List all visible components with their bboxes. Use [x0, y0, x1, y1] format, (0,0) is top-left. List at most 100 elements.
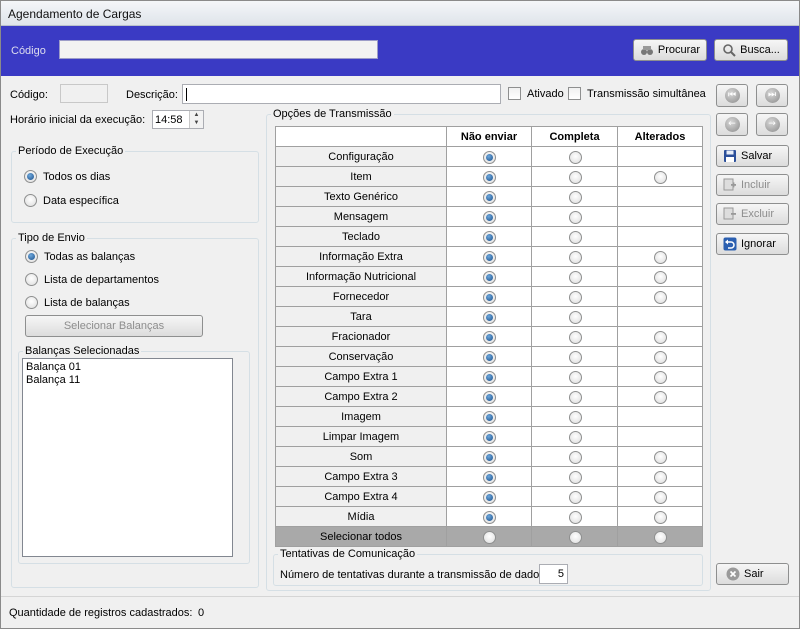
completa-radio[interactable]	[568, 430, 582, 444]
alterados-radio[interactable]	[654, 370, 667, 384]
row-label: Fornecedor	[275, 286, 447, 307]
transmissao-simultanea-checkbox[interactable]	[568, 87, 581, 100]
completa-radio[interactable]	[568, 510, 582, 524]
list-item[interactable]: Balança 01	[26, 361, 229, 374]
window: Agendamento de Cargas Código Procurar Bu…	[0, 0, 800, 629]
alterados-radio[interactable]	[654, 330, 667, 344]
nao-enviar-radio[interactable]	[483, 190, 496, 204]
cell-alterados	[617, 246, 703, 267]
selecionar-balancas-button[interactable]: Selecionar Balanças	[25, 315, 203, 337]
balancas-listbox[interactable]: Balança 01 Balança 11	[22, 358, 233, 557]
nao-enviar-radio[interactable]	[483, 350, 496, 364]
completa-radio[interactable]	[568, 410, 582, 424]
alterados-radio[interactable]	[654, 450, 667, 464]
cell-alterados	[617, 386, 703, 407]
completa-radio[interactable]	[568, 190, 582, 204]
cell-nao-enviar	[446, 346, 532, 367]
completa-radio[interactable]	[568, 230, 582, 244]
excluir-button[interactable]: Excluir	[716, 203, 789, 225]
completa-radio[interactable]	[568, 370, 582, 384]
spin-arrows-icon[interactable]: ▲ ▼	[189, 111, 203, 128]
nao-enviar-radio[interactable]	[483, 370, 496, 384]
cell-nao-enviar	[446, 166, 532, 187]
completa-radio[interactable]	[568, 350, 582, 364]
table-row: Texto Genérico	[275, 186, 703, 207]
alterados-radio[interactable]	[654, 470, 667, 484]
salvar-button[interactable]: Salvar	[716, 145, 789, 167]
cell-completa	[531, 206, 618, 227]
tentativas-field[interactable]: 5	[539, 564, 568, 584]
alterados-radio[interactable]	[654, 250, 667, 264]
codigo-field	[60, 84, 108, 103]
completa-radio[interactable]	[568, 290, 582, 304]
last-record-button[interactable]: ⏭	[756, 84, 788, 107]
completa-radio[interactable]	[568, 310, 582, 324]
completa-radio[interactable]	[568, 170, 582, 184]
lista-balancas-radio[interactable]	[25, 296, 38, 309]
todas-balancas-radio[interactable]	[25, 250, 38, 263]
descricao-field[interactable]	[182, 84, 501, 104]
nao-enviar-radio[interactable]	[483, 390, 496, 404]
previous-record-button[interactable]: ←	[716, 113, 748, 136]
select-all-nao-enviar-radio[interactable]	[483, 530, 496, 544]
next-record-button[interactable]: →	[756, 113, 788, 136]
completa-radio[interactable]	[568, 250, 582, 264]
cell-completa	[531, 366, 618, 387]
nao-enviar-radio[interactable]	[483, 450, 496, 464]
nao-enviar-radio[interactable]	[483, 510, 496, 524]
lista-departamentos-radio[interactable]	[25, 273, 38, 286]
list-item[interactable]: Balança 11	[26, 374, 229, 387]
cell-alterados	[617, 146, 703, 167]
sair-button[interactable]: Sair	[716, 563, 789, 585]
nao-enviar-radio[interactable]	[483, 230, 496, 244]
periodo-data-radio[interactable]	[24, 194, 37, 207]
table-row: Campo Extra 4	[275, 486, 703, 507]
alterados-radio[interactable]	[654, 510, 667, 524]
nao-enviar-radio[interactable]	[483, 430, 496, 444]
nao-enviar-radio[interactable]	[483, 270, 496, 284]
cell-completa	[531, 286, 618, 307]
completa-radio[interactable]	[568, 210, 582, 224]
periodo-todos-radio[interactable]	[24, 170, 37, 183]
cell-completa	[531, 446, 618, 467]
nao-enviar-radio[interactable]	[483, 490, 496, 504]
first-record-button[interactable]: ⏮	[716, 84, 748, 107]
search-input[interactable]	[59, 40, 378, 59]
completa-radio[interactable]	[568, 470, 582, 484]
ativado-checkbox[interactable]	[508, 87, 521, 100]
table-header-row: Não enviar Completa Alterados	[275, 126, 703, 147]
incluir-button[interactable]: Incluir	[716, 174, 789, 196]
select-all-row[interactable]: Selecionar todos	[275, 526, 703, 547]
ignorar-button[interactable]: Ignorar	[716, 233, 789, 255]
completa-radio[interactable]	[568, 270, 582, 284]
select-all-alterados-radio[interactable]	[654, 530, 667, 544]
nao-enviar-radio[interactable]	[483, 150, 496, 164]
busca-button[interactable]: Busca...	[714, 39, 788, 61]
tentativas-value: 5	[557, 568, 564, 580]
alterados-radio[interactable]	[654, 490, 667, 504]
nao-enviar-radio[interactable]	[483, 250, 496, 264]
completa-radio[interactable]	[568, 490, 582, 504]
completa-radio[interactable]	[568, 330, 582, 344]
alterados-radio[interactable]	[654, 390, 667, 404]
select-all-completa-radio[interactable]	[568, 530, 582, 544]
alterados-radio[interactable]	[654, 290, 667, 304]
nao-enviar-radio[interactable]	[483, 210, 496, 224]
alterados-radio[interactable]	[654, 170, 667, 184]
nao-enviar-radio[interactable]	[483, 330, 496, 344]
alterados-radio[interactable]	[654, 350, 667, 364]
nao-enviar-radio[interactable]	[483, 290, 496, 304]
completa-radio[interactable]	[568, 450, 582, 464]
nao-enviar-radio[interactable]	[483, 470, 496, 484]
nao-enviar-radio[interactable]	[483, 170, 496, 184]
procurar-button[interactable]: Procurar	[633, 39, 707, 61]
alterados-radio[interactable]	[654, 270, 667, 284]
horario-spinner[interactable]: 14:58 ▲ ▼	[152, 110, 204, 129]
completa-radio[interactable]	[568, 390, 582, 404]
completa-radio[interactable]	[568, 150, 582, 164]
cell-nao-enviar	[446, 206, 532, 227]
column-header-completa: Completa	[531, 126, 618, 147]
nao-enviar-radio[interactable]	[483, 310, 496, 324]
table-row: Campo Extra 3	[275, 466, 703, 487]
nao-enviar-radio[interactable]	[483, 410, 496, 424]
